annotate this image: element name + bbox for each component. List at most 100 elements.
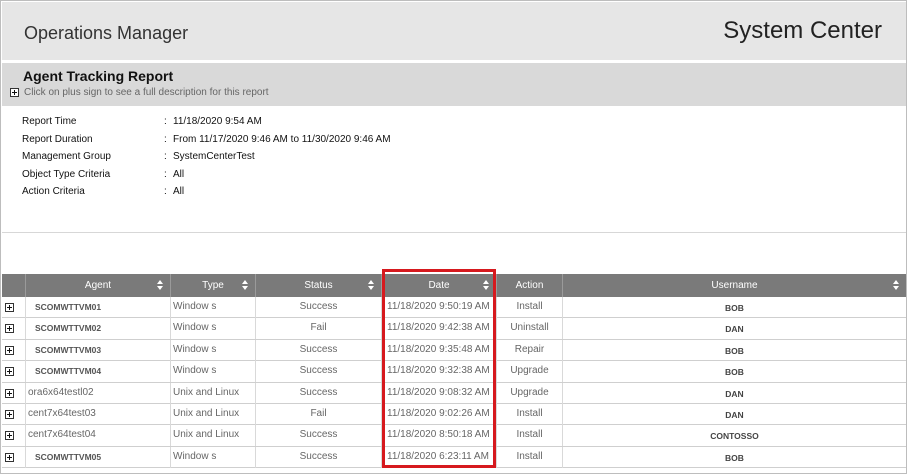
description-hint: Click on plus sign to see a full descrip…	[24, 87, 269, 98]
report-header: Agent Tracking Report Click on plus sign…	[2, 63, 906, 106]
param-colon: :	[164, 116, 167, 127]
row-expand-cell	[2, 297, 26, 318]
agent-cell: ora6x64testl02	[26, 382, 171, 404]
status-cell: Success	[256, 446, 382, 468]
action-value: Upgrade	[510, 386, 549, 398]
status-cell: Fail	[256, 403, 382, 425]
product-name: Operations Manager	[24, 23, 189, 43]
date-cell: 11/18/2020 9:08:32 AM	[382, 382, 497, 404]
plus-box-icon[interactable]	[5, 367, 14, 377]
status-value: Success	[299, 343, 338, 355]
agent-name: SCOMWTTVM02	[35, 323, 102, 334]
param-colon: :	[164, 151, 167, 163]
date-value: 11/18/2020 8:50:18 AM	[387, 429, 490, 441]
column-header-date[interactable]: Date	[382, 274, 497, 297]
sort-icon[interactable]	[157, 280, 164, 291]
report-window: Operations Manager System Center Agent T…	[0, 0, 907, 474]
action-value: Install	[516, 429, 543, 441]
sort-icon[interactable]	[483, 280, 490, 291]
action-cell: Install	[497, 297, 563, 318]
action-cell: Install	[497, 403, 563, 425]
table-row: cent7x64test04 Unix and Linux Success 11/18…	[2, 425, 906, 447]
agent-cell: SCOMWTTVM01	[26, 297, 171, 318]
agent-name: SCOMWTTVM05	[35, 451, 102, 462]
sort-icon[interactable]	[893, 280, 900, 291]
plus-box-icon[interactable]	[5, 388, 14, 398]
agent-cell: cent7x64test03	[26, 403, 171, 425]
table-header: Agent Type Status Date Action Username	[2, 274, 906, 297]
row-expand-cell	[2, 339, 26, 361]
param-value: 11/18/2020 9:54 AM	[173, 116, 262, 127]
row-expand-cell	[2, 382, 26, 404]
param-colon: :	[164, 133, 167, 145]
date-value: 11/18/2020 9:32:38 AM	[387, 365, 490, 377]
status-cell: Success	[256, 297, 382, 318]
agent-type: Unix and Linux	[173, 429, 240, 441]
column-header-action[interactable]: Action	[497, 274, 563, 297]
report-title: Agent Tracking Report	[23, 68, 174, 84]
plus-box-icon[interactable]	[5, 345, 14, 355]
date-value: 11/18/2020 9:02:26 AM	[387, 407, 490, 419]
row-expand-cell	[2, 425, 26, 447]
username-cell: DAN	[563, 318, 906, 339]
action-cell: Uninstall	[497, 318, 563, 340]
expand-description-icon[interactable]	[10, 88, 19, 97]
plus-box-icon[interactable]	[5, 303, 14, 312]
action-value: Uninstall	[510, 322, 549, 334]
username-value: DAN	[725, 409, 744, 420]
type-cell: Window s	[171, 361, 256, 383]
brand-name: System Center	[723, 17, 882, 44]
agent-cell: SCOMWTTVM02	[26, 318, 171, 340]
agent-cell: SCOMWTTVM03	[26, 339, 171, 361]
date-cell: 11/18/2020 9:50:19 AM	[382, 297, 497, 318]
username-cell: DAN	[563, 383, 906, 404]
action-cell: Upgrade	[497, 361, 563, 383]
action-value: Install	[516, 450, 543, 462]
date-cell: 11/18/2020 6:23:11 AM	[382, 446, 497, 468]
plus-box-icon[interactable]	[5, 324, 14, 334]
action-value: Repair	[514, 343, 545, 355]
column-header-type[interactable]: Type	[171, 274, 256, 297]
date-value: 11/18/2020 6:23:11 AM	[387, 450, 489, 462]
agent-type: Window s	[173, 450, 217, 462]
column-header-agent[interactable]: Agent	[26, 274, 171, 297]
status-cell: Success	[256, 425, 382, 447]
action-cell: Install	[497, 425, 563, 447]
type-cell: Unix and Linux	[171, 403, 256, 425]
param-label: Report Duration	[22, 133, 93, 145]
plus-box-icon[interactable]	[5, 452, 14, 462]
column-header-username[interactable]: Username	[563, 274, 906, 297]
sort-icon[interactable]	[368, 280, 375, 291]
status-value: Fail	[310, 322, 327, 334]
agent-type: Window s	[173, 301, 217, 312]
table-row: SCOMWTTVM04 Window s Success 11/18/2020 9:3…	[2, 361, 906, 383]
date-cell: 11/18/2020 8:50:18 AM	[382, 425, 497, 447]
date-value: 11/18/2020 9:35:48 AM	[387, 343, 490, 355]
report-parameters: Report Time : 11/18/2020 9:54 AM Report …	[22, 116, 522, 204]
top-banner: Operations Manager System Center	[2, 2, 906, 60]
action-cell: Upgrade	[497, 382, 563, 404]
param-label: Object Type Criteria	[22, 168, 111, 180]
row-expand-cell	[2, 318, 26, 340]
username-value: BOB	[725, 452, 744, 463]
username-value: BOB	[725, 367, 744, 378]
plus-box-icon[interactable]	[5, 409, 14, 419]
username-cell: BOB	[563, 447, 906, 468]
status-value: Success	[299, 301, 338, 312]
username-value: DAN	[725, 324, 744, 335]
divider	[2, 232, 906, 233]
sort-icon[interactable]	[242, 280, 249, 291]
agent-type: Window s	[173, 365, 217, 377]
column-header-status[interactable]: Status	[256, 274, 382, 297]
table-row: cent7x64test03 Unix and Linux Fail 11/18/20…	[2, 403, 906, 426]
param-row: Report Time : 11/18/2020 9:54 AM	[22, 116, 522, 134]
param-value: All	[173, 186, 185, 198]
type-cell: Unix and Linux	[171, 382, 256, 404]
status-value: Fail	[310, 407, 327, 419]
row-expand-cell	[2, 361, 26, 383]
username-cell: CONTOSSO	[563, 425, 906, 446]
param-label: Action Criteria	[22, 186, 85, 198]
username-value: DAN	[725, 388, 744, 399]
date-value: 11/18/2020 9:50:19 AM	[387, 301, 490, 312]
plus-box-icon[interactable]	[5, 431, 14, 441]
